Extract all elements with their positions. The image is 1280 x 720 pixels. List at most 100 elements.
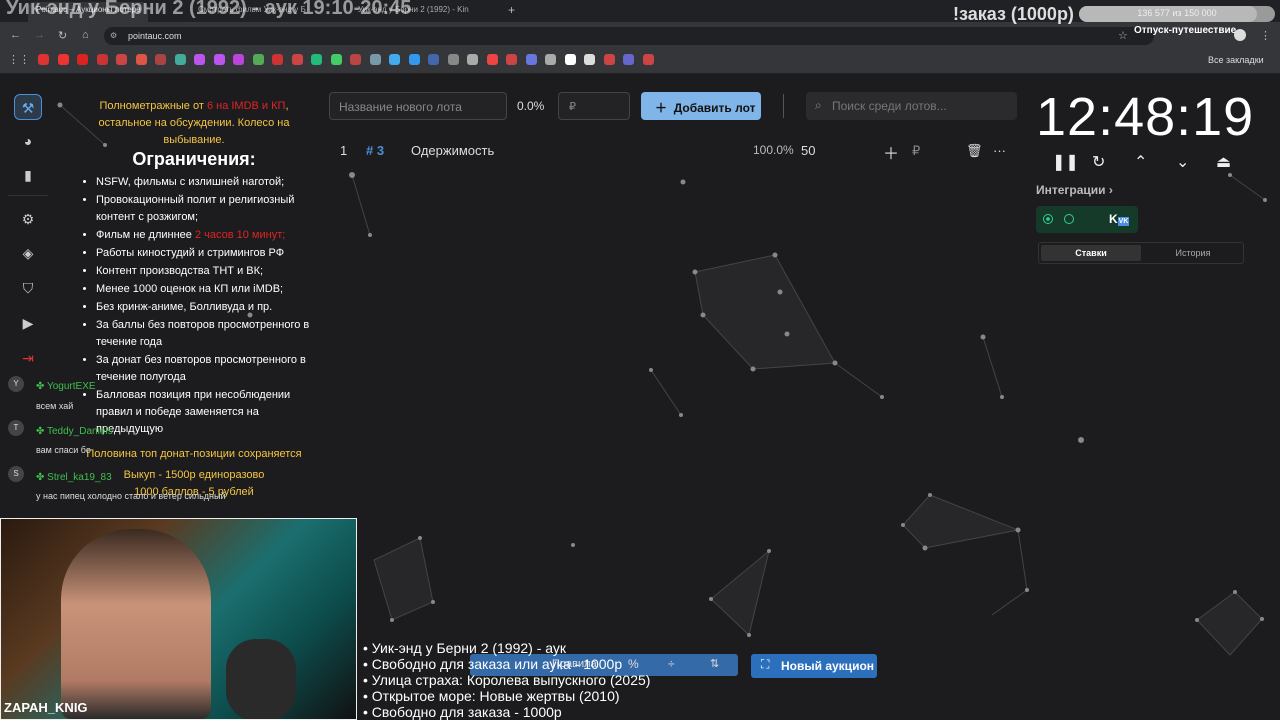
stream-queue: • Уик-энд у Берни 2 (1992) - аук • Свобо… <box>363 640 650 720</box>
rule-item: Работы киностудий и стримингов РФ <box>96 245 310 262</box>
bookmark-icon[interactable] <box>428 54 439 65</box>
bookmark-icon[interactable] <box>330 54 342 65</box>
avatar: S <box>8 466 24 482</box>
new-tab-button[interactable]: + <box>508 3 515 17</box>
goal-label: Отпуск-путешествие <box>1134 25 1237 36</box>
tab-bets[interactable]: Ставки <box>1041 245 1141 261</box>
add-lot-button[interactable]: ＋ Добавить лот <box>641 92 761 120</box>
reset-icon[interactable]: ↻ <box>1092 152 1105 172</box>
integrations-toggle[interactable]: Интеграции › <box>1036 183 1113 197</box>
settings-icon[interactable]: ⚙ <box>14 206 42 232</box>
bookmark-icon[interactable] <box>155 54 166 65</box>
forward-icon[interactable]: → <box>34 29 45 41</box>
bookmark-icon[interactable] <box>623 54 634 65</box>
donation-status-icon[interactable] <box>1064 214 1074 224</box>
bookmark-icon[interactable] <box>506 54 517 65</box>
pause-icon[interactable]: ❚❚ <box>1052 152 1079 172</box>
goal-progress-bar: 136 577 из 150 000 <box>1079 6 1275 22</box>
bookmark-icon[interactable] <box>447 54 459 65</box>
bookmark-icon[interactable] <box>194 54 205 65</box>
tab-history[interactable]: История <box>1143 245 1243 261</box>
bookmark-icon[interactable] <box>96 54 108 65</box>
double-up-icon[interactable]: ⏏ <box>1216 152 1231 172</box>
sort-icon[interactable]: ⇅ <box>710 657 719 670</box>
logout-icon[interactable]: ⇥ <box>14 345 42 371</box>
split-icon[interactable]: ÷ <box>668 657 675 671</box>
bookmark-icon[interactable] <box>564 54 576 65</box>
bookmark-icon[interactable] <box>311 54 322 65</box>
home-icon[interactable]: ⌂ <box>82 29 89 41</box>
lot-percent: 0.0% <box>517 99 545 113</box>
bookmark-icon[interactable] <box>642 54 654 65</box>
auction-icon[interactable]: ⚒ <box>14 94 42 120</box>
more-icon[interactable]: ··· <box>993 143 1006 158</box>
bookmark-icon[interactable] <box>525 54 537 65</box>
bookmark-icon[interactable] <box>135 54 147 65</box>
trash-icon[interactable]: 🗑 <box>966 143 983 159</box>
bookmark-icon[interactable] <box>389 54 400 65</box>
layers-icon[interactable]: ◈ <box>14 240 42 266</box>
bookmark-icon[interactable] <box>350 54 361 65</box>
stats-icon[interactable]: ▮ <box>14 162 42 188</box>
bookmark-icon[interactable] <box>57 54 69 65</box>
currency-icon[interactable]: ₽ <box>912 143 920 159</box>
all-bookmarks[interactable]: Все закладки <box>1208 55 1264 65</box>
rule-item: За баллы без повторов просмотренного в т… <box>96 317 310 351</box>
rules-list: NSFW, фильмы с излишней наготой; Провока… <box>78 174 310 438</box>
new-auction-icon: ⛶ <box>761 657 770 671</box>
chevron-up-icon[interactable]: ⌃ <box>1134 152 1147 172</box>
bookmark-icon[interactable] <box>408 54 420 65</box>
bookmark-icon[interactable] <box>213 54 225 65</box>
site-info-icon[interactable]: ⚙ <box>110 31 117 40</box>
bookmark-icon[interactable] <box>38 54 49 65</box>
apps-icon[interactable]: ⋮⋮ <box>8 53 30 66</box>
reload-icon[interactable]: ↻ <box>58 29 67 42</box>
rule-item: Без кринж-аниме, Болливуда и пр. <box>96 299 310 316</box>
video-icon[interactable]: ▶ <box>14 310 42 336</box>
stream-title-overlay: Уик-энд у Берни 2 (1992) - аук 19:10-20:… <box>6 0 412 19</box>
microphone <box>226 639 296 719</box>
bookmark-icon[interactable] <box>603 54 615 65</box>
lot-name[interactable]: Одержимость <box>411 143 494 158</box>
bookmark-icon[interactable] <box>252 54 264 65</box>
rules-heading: Ограничения: <box>132 149 256 169</box>
add-amount-icon[interactable]: ＋ <box>883 140 899 164</box>
rule-item: Балловая позиция при несоблюдении правил… <box>96 387 310 438</box>
bookmark-icon[interactable] <box>584 54 595 65</box>
star-icon[interactable]: ☆ <box>1118 29 1128 42</box>
chevron-down-icon[interactable]: ⌄ <box>1176 152 1189 172</box>
bookmark-icon[interactable] <box>272 54 283 65</box>
back-icon[interactable]: ← <box>10 29 21 41</box>
lot-amount-input[interactable]: ₽ <box>558 92 630 120</box>
bookmark-icon[interactable] <box>486 54 498 65</box>
all-bookmarks-label: Все закладки <box>1208 55 1264 65</box>
webcam-name: ZAPAH_KNIG <box>4 700 88 715</box>
new-auction-button[interactable]: Новый аукцион <box>751 654 877 678</box>
bookmark-icon[interactable] <box>545 54 556 65</box>
menu-icon[interactable]: ⋮ <box>1260 29 1271 42</box>
bookmark-icon[interactable] <box>233 54 244 65</box>
bookmark-icon[interactable] <box>77 54 88 65</box>
url-field[interactable]: pointauc.com <box>104 27 1154 45</box>
bookmark-icon[interactable] <box>467 54 478 65</box>
chat-author: ✤ Strel_ka19_83 <box>36 472 112 483</box>
wheel-icon[interactable]: ◕ <box>14 128 42 154</box>
bookmark-icon[interactable] <box>174 54 186 65</box>
order-price-overlay: !заказ (1000р) <box>953 4 1074 24</box>
queue-item: • Свободно для заказа - 1000р <box>363 704 562 720</box>
rule-item: Менее 1000 оценок на КП или iMDB; <box>96 281 310 298</box>
lot-search-input[interactable]: Поиск среди лотов... <box>806 92 1017 120</box>
bookmarks-bar <box>0 48 1280 74</box>
bookmark-icon[interactable] <box>369 54 381 65</box>
vk-icon[interactable]: KVK <box>1109 212 1130 226</box>
lot-name-input[interactable]: Название нового лота <box>329 92 507 120</box>
plus-icon: ＋ <box>655 101 668 115</box>
search-icon: ⌕ <box>815 98 822 112</box>
bookmark-icon[interactable] <box>116 54 127 65</box>
twitch-status-icon[interactable] <box>1043 214 1053 224</box>
bookmark-icon[interactable] <box>291 54 303 65</box>
shield-icon[interactable]: ⛉ <box>14 275 42 301</box>
queue-item: • Свободно для заказа или аука - 1000р <box>363 656 623 672</box>
lot-percent-value: 100.0% <box>753 143 794 157</box>
queue-item: • Улица страха: Королева выпускного (202… <box>363 672 651 688</box>
